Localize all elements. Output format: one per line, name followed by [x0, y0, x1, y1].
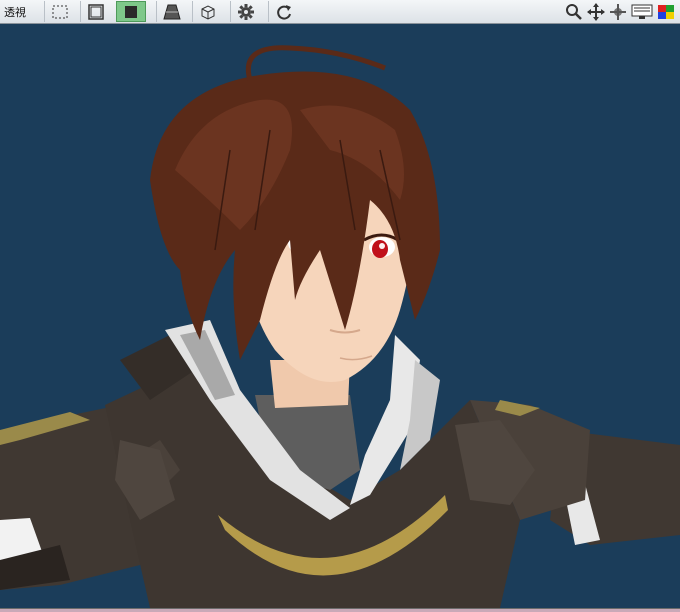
- 3d-viewport[interactable]: [0, 24, 680, 608]
- wireframe-cube-button[interactable]: [192, 1, 222, 22]
- color-palette-icon[interactable]: [656, 2, 676, 22]
- settings-button[interactable]: [230, 1, 260, 22]
- select-rect-button[interactable]: [44, 1, 74, 22]
- frame-button[interactable]: [80, 1, 110, 22]
- rotate-icon[interactable]: [608, 2, 628, 22]
- viewport-toolbar: 透視: [0, 0, 680, 24]
- dashed-square-icon: [52, 5, 67, 18]
- character-model-render: [0, 45, 680, 608]
- refresh-button[interactable]: [268, 1, 298, 22]
- status-strip: [0, 608, 680, 612]
- texture-shading-button[interactable]: [156, 1, 186, 22]
- solid-shading-button[interactable]: [116, 1, 146, 22]
- navigation-tools: [564, 2, 676, 22]
- zoom-icon[interactable]: [564, 2, 584, 22]
- monitor-icon[interactable]: [630, 2, 654, 22]
- frame-square-icon: [87, 3, 104, 20]
- view-mode-label[interactable]: 透視: [4, 4, 26, 20]
- pan-icon[interactable]: [586, 2, 606, 22]
- trapezoid-icon: [162, 4, 181, 19]
- refresh-icon: [276, 4, 291, 20]
- solid-square-icon: [125, 5, 137, 18]
- cube-icon: [201, 4, 214, 20]
- gear-icon: [237, 3, 254, 20]
